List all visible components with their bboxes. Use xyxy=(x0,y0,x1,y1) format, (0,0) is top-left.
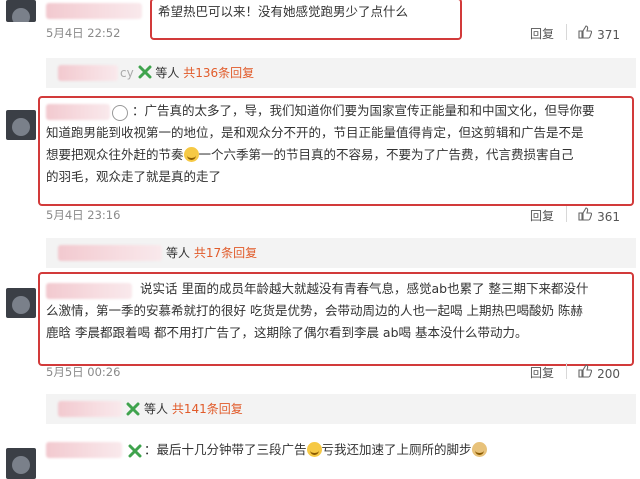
like-count: 361 xyxy=(597,210,620,224)
divider xyxy=(566,363,567,379)
comment-text-line: 想要把观众往外赶的节奏 xyxy=(46,147,184,162)
commenter-avatar[interactable] xyxy=(6,448,36,479)
sweat-smile-emoji-icon xyxy=(183,147,199,162)
doge-emoji-icon xyxy=(471,442,487,457)
commenter-avatar[interactable] xyxy=(6,110,36,140)
comment-text: 希望热巴可以来！没有她感觉跑男少了点什么 xyxy=(158,4,409,19)
vip-badge-icon xyxy=(128,444,142,458)
reply-button[interactable]: 回复 xyxy=(530,25,554,42)
divider xyxy=(566,24,567,40)
comment-text-line: 么激情，第一季的安慕希就打的很好 吃货是优势，会带动周边的人也一起喝 上期热巴喝… xyxy=(46,303,583,318)
commenter-name[interactable] xyxy=(46,442,122,458)
commenter-avatar[interactable] xyxy=(6,288,36,318)
replier-name[interactable] xyxy=(58,401,122,417)
reply-count-link[interactable]: 共141条回复 xyxy=(172,402,243,416)
reply-button[interactable]: 回复 xyxy=(530,207,554,224)
replier-name-tail: cy xyxy=(120,66,134,80)
comment-text-line: 鹿晗 李晨都跟着喝 都不用打广告了，这期除了偶尔看到李晨 ab喝 基本没什么带动… xyxy=(46,325,528,340)
thumbs-up-icon xyxy=(578,364,592,378)
comment-text-line: 一个六季第一的节目真的不容易，不要为了广告费，代言费损害自己 xyxy=(198,147,574,162)
comment-date: 5月4日 23:16 xyxy=(46,208,121,222)
comment-date: 5月4日 22:52 xyxy=(46,26,121,40)
like-count: 371 xyxy=(597,28,620,42)
like-button[interactable]: 200 xyxy=(578,363,620,382)
others-label: 等人 xyxy=(144,402,169,416)
comment-text-line: ：广告真的太多了，导，我们知道你们要为国家宣传正能量和和中国文化，但导你要 xyxy=(132,103,595,118)
comment-text-line: 的羽毛，观众走了就是真的走了 xyxy=(46,169,222,184)
like-button[interactable]: 371 xyxy=(578,24,620,43)
thumbs-up-icon xyxy=(578,25,592,39)
divider xyxy=(566,206,567,222)
reply-button[interactable]: 回复 xyxy=(530,364,554,381)
comment-date: 5月5日 00:26 xyxy=(46,365,121,379)
reply-count-link[interactable]: 共136条回复 xyxy=(183,66,254,80)
replier-name[interactable] xyxy=(58,65,118,81)
commenter-avatar[interactable] xyxy=(6,0,36,22)
vip-badge-icon xyxy=(126,402,140,416)
others-label: 等人 xyxy=(166,246,191,260)
others-label: 等人 xyxy=(155,66,180,80)
comment-text-line: 知道跑男能到收视第一的地位，是和观众分不开的，节目正能量值得肯定，但这剪辑和广告… xyxy=(46,125,584,140)
comment-text-line: ：最后十几分钟带了三段广告 xyxy=(144,442,307,457)
comment-text-line: 说实话 里面的成员年龄越大就越没有青春气息，感觉ab也累了 整三期下来都没什 xyxy=(140,281,589,296)
like-count: 200 xyxy=(597,367,620,381)
reply-count-link[interactable]: 共17条回复 xyxy=(194,246,257,260)
thumbs-up-icon xyxy=(578,207,592,221)
comment-text-line: 亏我还加速了上厕所的脚步 xyxy=(321,442,472,457)
laughing-emoji-icon xyxy=(306,442,322,457)
replier-name[interactable] xyxy=(58,245,162,261)
vip-badge-icon xyxy=(138,65,152,79)
like-button[interactable]: 361 xyxy=(578,206,620,225)
commenter-name[interactable] xyxy=(46,3,142,19)
